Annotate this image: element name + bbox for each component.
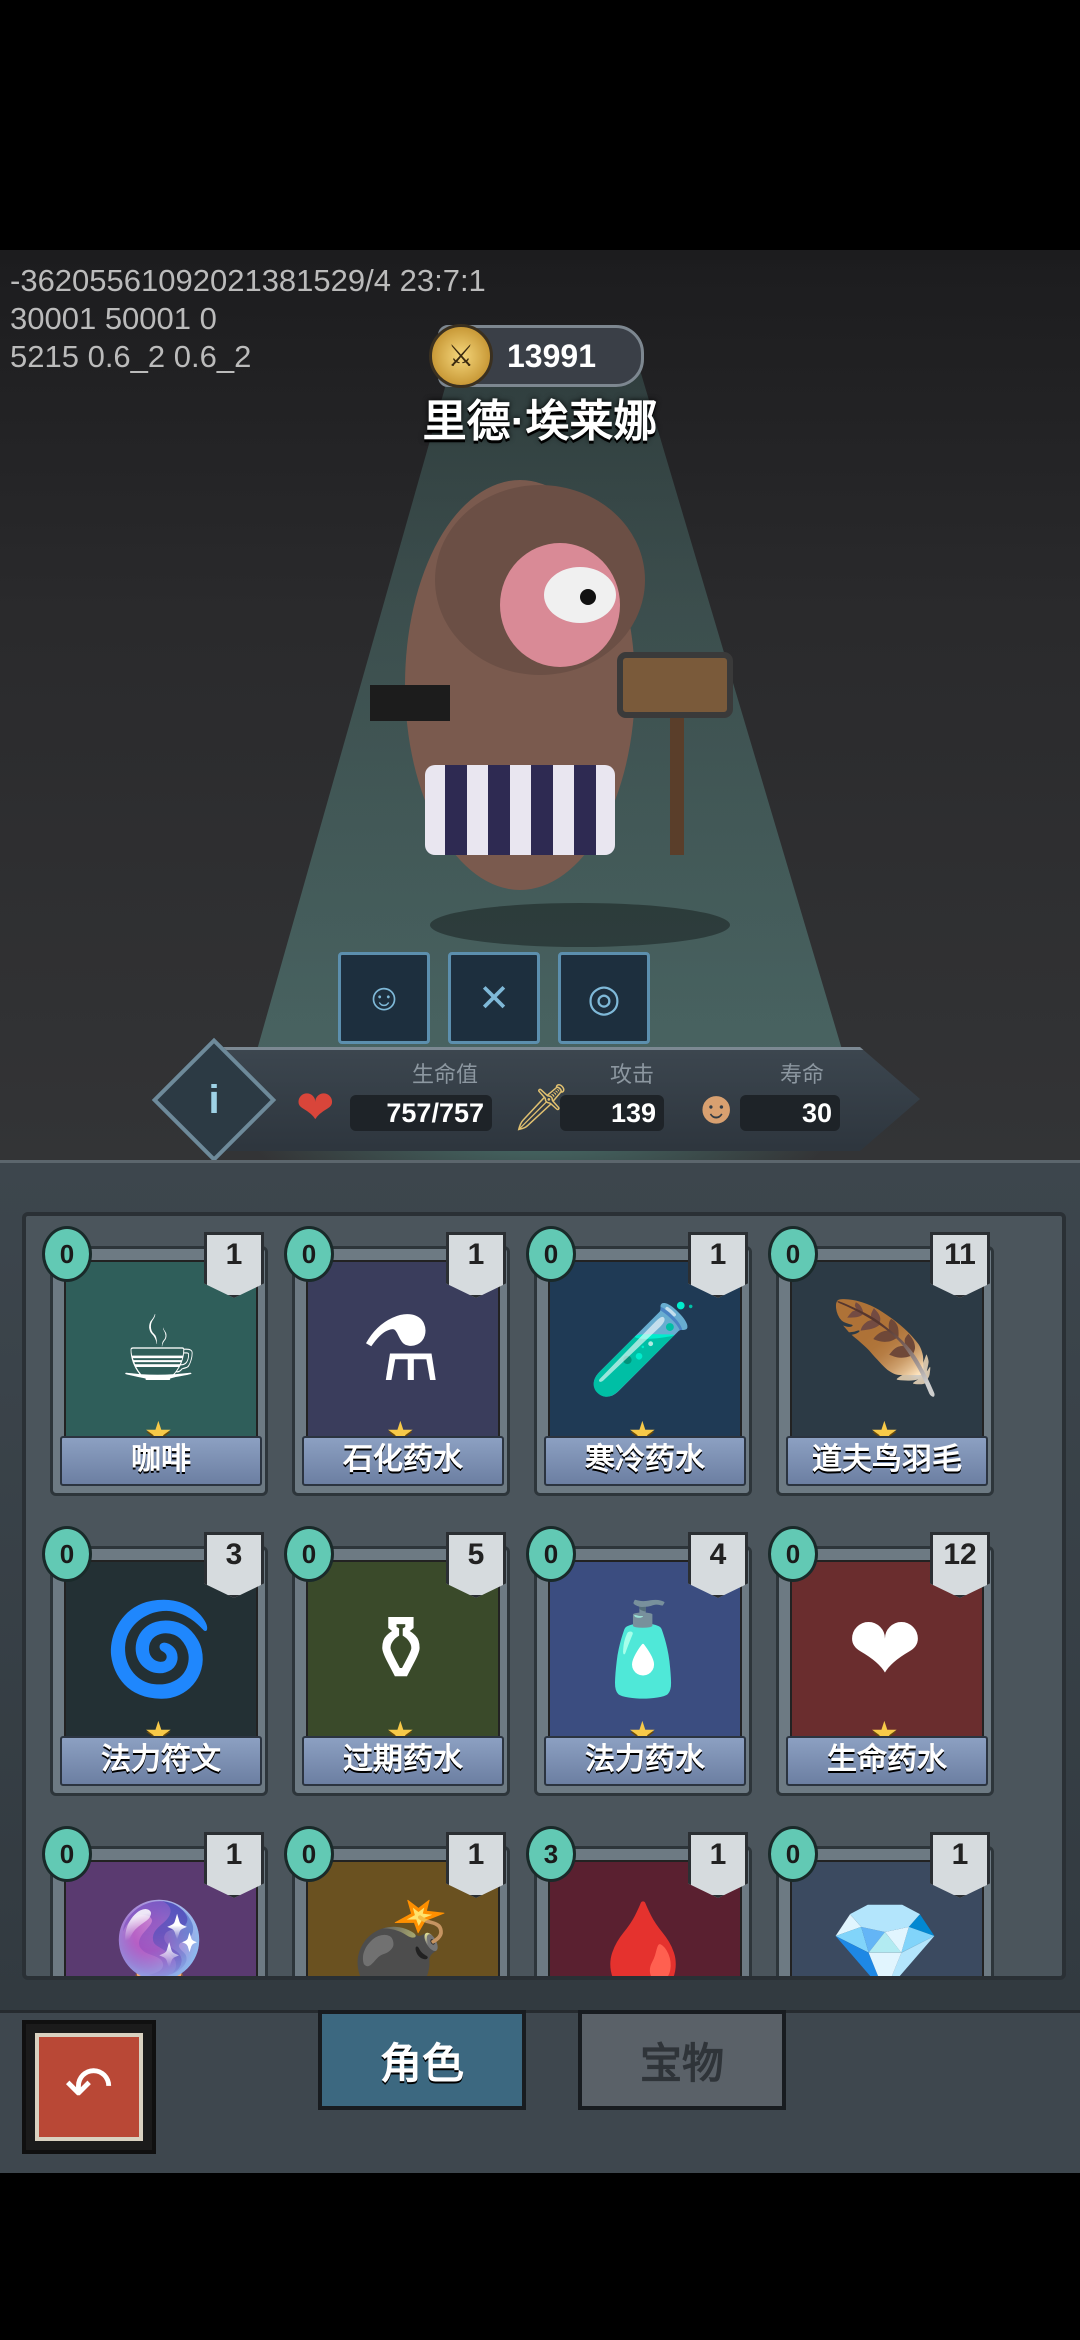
mana-cost-badge: 0 [284, 1226, 334, 1282]
card-name: 寒冷药水 [544, 1436, 746, 1486]
item-card[interactable]: 💎 0 1 [768, 1826, 994, 1976]
mana-cost-badge: 0 [284, 1526, 334, 1582]
back-arrow-icon: ↶ [35, 2033, 143, 2141]
card-name: 咖啡 [60, 1436, 262, 1486]
tab-treasure[interactable]: 宝物 [578, 2010, 786, 2110]
item-card[interactable]: 🪶 ★ 道夫鸟羽毛 0 11 [768, 1226, 994, 1496]
item-card[interactable]: 🧪 ★ 寒冷药水 0 1 [526, 1226, 752, 1496]
sword-icon: ⚔ [429, 324, 493, 388]
card-name: 生命药水 [786, 1736, 988, 1786]
skill-crossed-guns-icon[interactable]: ✕ [448, 952, 540, 1044]
mana-cost-badge: 0 [768, 1226, 818, 1282]
power-badge: ⚔ 13991 [429, 324, 644, 388]
debug-line: 5215 0.6_2 0.6_2 [10, 339, 252, 374]
item-card[interactable]: 🩸 3 1 [526, 1826, 752, 1976]
mana-cost-badge: 0 [42, 1826, 92, 1882]
debug-line: -36205561092021381529/4 23:7:1 [10, 263, 486, 298]
mana-cost-badge: 0 [284, 1826, 334, 1882]
life-icon: ☻ [692, 1081, 741, 1133]
hp-value: 757/757 [350, 1095, 492, 1131]
hp-label: 生命值 [412, 1062, 479, 1087]
skill-shield-face-icon[interactable]: ☺ [338, 952, 430, 1044]
card-name: 法力符文 [60, 1736, 262, 1786]
mana-cost-badge: 0 [768, 1826, 818, 1882]
mana-cost-badge: 0 [42, 1526, 92, 1582]
item-card[interactable]: 🧴 ★ 法力药水 0 4 [526, 1526, 752, 1796]
hippo-hero-portrait[interactable] [370, 455, 790, 955]
item-card[interactable]: ⚗ ★ 石化药水 0 1 [284, 1226, 510, 1496]
life-label: 寿命 [780, 1062, 825, 1087]
heart-icon: ❤ [296, 1081, 335, 1133]
mana-cost-badge: 0 [526, 1526, 576, 1582]
skill-slots: ☺ ✕ ◎ [338, 952, 650, 1044]
hero-name: 里德·埃莱娜 [422, 397, 658, 446]
life-value: 30 [740, 1095, 840, 1131]
back-button[interactable]: ↶ [22, 2020, 156, 2154]
mana-cost-badge: 3 [526, 1826, 576, 1882]
card-name: 法力药水 [544, 1736, 746, 1786]
mana-cost-badge: 0 [526, 1226, 576, 1282]
card-name: 过期药水 [302, 1736, 504, 1786]
mana-cost-badge: 0 [768, 1526, 818, 1582]
item-card[interactable]: 💣 0 1 [284, 1826, 510, 1976]
attack-label: 攻击 [610, 1062, 655, 1087]
card-name: 道夫鸟羽毛 [786, 1436, 988, 1486]
item-card[interactable]: ⚱ ★ 过期药水 0 5 [284, 1526, 510, 1796]
item-card[interactable]: 🌀 ★ 法力符文 0 3 [42, 1526, 268, 1796]
tab-character[interactable]: 角色 [318, 2010, 526, 2110]
info-icon: i [208, 1078, 220, 1122]
debug-overlay: -36205561092021381529/4 23:7:1 30001 500… [10, 262, 486, 376]
mana-cost-badge: 0 [42, 1226, 92, 1282]
item-card[interactable]: 🔮 0 1 [42, 1826, 268, 1976]
power-value: 13991 [507, 337, 596, 374]
card-grid: ☕ ★ 咖啡 0 1 ⚗ ★ 石化药水 0 1 🧪 ★ 寒冷药水 0 1 🪶 ★ 道夫鸟羽毛 0 11 🌀 ★ 法力符文 0 3… [22, 1212, 1066, 1980]
bottom-bar [0, 2010, 1080, 2173]
card-name: 石化药水 [302, 1436, 504, 1486]
attack-value: 139 [560, 1095, 664, 1131]
skill-bomb-icon[interactable]: ◎ [558, 952, 650, 1044]
item-card[interactable]: ☕ ★ 咖啡 0 1 [42, 1226, 268, 1496]
item-card[interactable]: ❤ ★ 生命药水 0 12 [768, 1526, 994, 1796]
debug-line: 30001 50001 0 [10, 301, 217, 336]
